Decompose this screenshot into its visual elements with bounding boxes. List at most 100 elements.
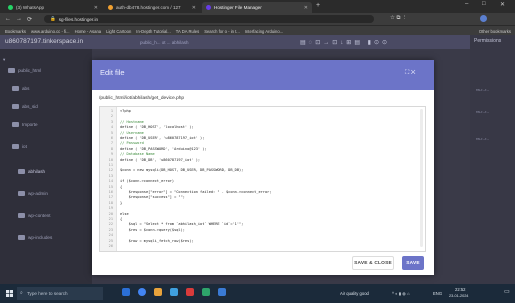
code-text: define ( 'DB_PASSWORD', 'Arduino@123' ); (120, 146, 207, 151)
sidebar-item-abs-sid[interactable]: abs_sid (0, 99, 104, 113)
code-text: $response["success"] = ""; (120, 195, 185, 200)
line-number: 4 (110, 125, 113, 130)
folder-icon (8, 67, 15, 73)
close-icon[interactable]: ✕ (192, 5, 196, 11)
line-number: 7 (110, 141, 113, 146)
tab-file-manager[interactable]: Hostinger File Manager ✕ (202, 2, 312, 13)
url-text: sg-files.hostinger.in (58, 16, 99, 22)
reload-icon[interactable]: ⟳ (27, 16, 32, 23)
code-text: if ($conn->connect_error) (120, 179, 175, 184)
sidebar-item-importe[interactable]: Importe (0, 117, 104, 131)
bookmark-item[interactable]: In-Depth Tutorial... (136, 29, 170, 34)
bookmark-item[interactable]: Light Cartoon (106, 29, 131, 34)
line-number: 24 (108, 233, 113, 238)
taskbar-search-input[interactable]: ⌕ Type here to search (17, 287, 103, 300)
bookmark-item[interactable]: www.arduino.cc - fi... (31, 29, 70, 34)
chrome-icon[interactable] (138, 288, 146, 296)
line-number: 1 (110, 109, 113, 113)
code-text: $conn = new mysqli(DB_HOST, DB_USER, DB_… (120, 168, 244, 173)
notifications-icon[interactable]: ▭ (504, 288, 510, 295)
line-number: 26 (108, 244, 113, 248)
line-number: 18 (108, 200, 113, 205)
clock-date[interactable]: 23-01-2024 (449, 294, 468, 298)
tab-label: auth-db478.hostinger.com / 127 (116, 5, 181, 10)
code-editor[interactable]: 1 <?php 2 3 // Hostname 4 define ( 'DB_HOST', … (99, 106, 426, 252)
url-field[interactable]: 🔒 sg-files.hostinger.in (44, 15, 374, 23)
bookmark-item[interactable]: Bookmarks (5, 29, 26, 34)
folder-icon (12, 121, 19, 127)
code-text: $sql = "Select * from `abhilash_iot` WHE… (120, 222, 244, 227)
line-number: 20 (108, 211, 113, 216)
new-tab-button[interactable]: + (316, 2, 320, 9)
save-and-close-button[interactable]: SAVE & CLOSE (352, 256, 394, 270)
save-button[interactable]: SAVE (402, 256, 424, 270)
code-app-icon[interactable] (218, 288, 226, 296)
code-text: // Password (120, 141, 144, 146)
line-number: 10 (108, 157, 113, 162)
file-explorer-icon[interactable] (122, 288, 130, 296)
close-window-icon[interactable]: ✕ (500, 1, 505, 8)
dialog-window-controls[interactable]: ⛶ ✕ (405, 70, 415, 77)
folder-icon (12, 103, 19, 109)
search-placeholder: Type here to search (27, 291, 68, 296)
tab-whatsapp[interactable]: (3) WhatsApp ✕ (4, 2, 102, 13)
app-icon[interactable] (202, 288, 210, 296)
code-text: <?php (120, 109, 131, 113)
avatar[interactable] (480, 15, 487, 22)
sidebar-item-public-html[interactable]: public_html (0, 63, 100, 77)
close-icon[interactable]: ✕ (304, 5, 308, 11)
extensions-icon[interactable]: ☆ ⧉ ⋮ (390, 15, 407, 22)
line-number: 13 (108, 173, 113, 178)
editor-scrollbar[interactable] (420, 109, 423, 247)
line-number: 9 (110, 152, 113, 157)
sidebar: ▾ public_html abs abs_sid Importe iot ab… (0, 49, 92, 284)
tab-label: (3) WhatsApp (16, 5, 45, 10)
permissions-panel (470, 35, 515, 284)
close-icon[interactable]: ✕ (94, 5, 98, 11)
folder-icon (18, 168, 25, 174)
line-number: 3 (110, 119, 113, 124)
address-bar-row: ← → ⟳ 🔒 sg-files.hostinger.in ☆ ⧉ ⋮ (0, 13, 515, 25)
breadcrumb[interactable]: public_h... ot ... abhilash (140, 40, 189, 45)
line-number: 21 (108, 217, 113, 221)
code-text: else (120, 211, 129, 216)
tab-phpmyadmin[interactable]: auth-db478.hostinger.com / 127 ✕ (104, 2, 200, 13)
line-number: 2 (110, 114, 113, 119)
line-number: 14 (108, 179, 113, 184)
toolbar-icons[interactable]: ▤◌⊡→⊡↓⊞▤ ▮⊙⊙ (300, 39, 390, 46)
folder-app-icon[interactable] (154, 288, 162, 296)
code-text: $row = mysqli_fetch_row($res); (120, 238, 194, 243)
search-icon: ⌕ (20, 290, 23, 296)
line-number: 8 (110, 146, 113, 151)
bookmark-item[interactable]: Home - Asana (75, 29, 102, 34)
system-tray-icons[interactable]: ^ ◐ ▮ ◍ ⌂ (392, 291, 410, 296)
line-number: 12 (108, 168, 113, 173)
maximize-icon[interactable]: □ (482, 1, 486, 7)
store-icon[interactable] (170, 288, 178, 296)
tab-label: Hostinger File Manager (214, 5, 262, 10)
weather-status[interactable]: Air quality good (340, 291, 369, 296)
clock-time[interactable]: 22:52 (455, 287, 465, 292)
file-path: /public_html/iot/abhilash/get_device.php (99, 96, 185, 101)
code-text: $response["error"] = "Connection failed:… (120, 190, 272, 194)
language-indicator[interactable]: ENG (433, 291, 442, 296)
permissions-header: Permissions (474, 38, 502, 44)
other-bookmarks[interactable]: Other bookmarks (479, 29, 511, 34)
line-number: 15 (108, 184, 113, 189)
line-number: 16 (108, 190, 113, 194)
hostinger-icon (206, 5, 211, 10)
dialog-header (92, 60, 434, 90)
bookmark-item[interactable]: Search for o - in t... (204, 29, 240, 34)
mail-icon[interactable] (186, 288, 194, 296)
forward-icon[interactable]: → (16, 16, 22, 22)
minimize-icon[interactable]: – (465, 1, 468, 7)
bookmark-item[interactable]: Interfacing Arduino... (245, 29, 283, 34)
folder-icon (12, 143, 19, 149)
sidebar-item-abs[interactable]: abs (0, 81, 104, 95)
line-number: 11 (108, 163, 113, 167)
back-icon[interactable]: ← (5, 16, 11, 22)
permission-value: rw-r--r-- (476, 110, 489, 114)
bookmark-item[interactable]: TA DA Rules (176, 29, 199, 34)
windows-start-icon[interactable] (6, 290, 13, 297)
sidebar-item-iot[interactable]: iot (0, 139, 104, 153)
